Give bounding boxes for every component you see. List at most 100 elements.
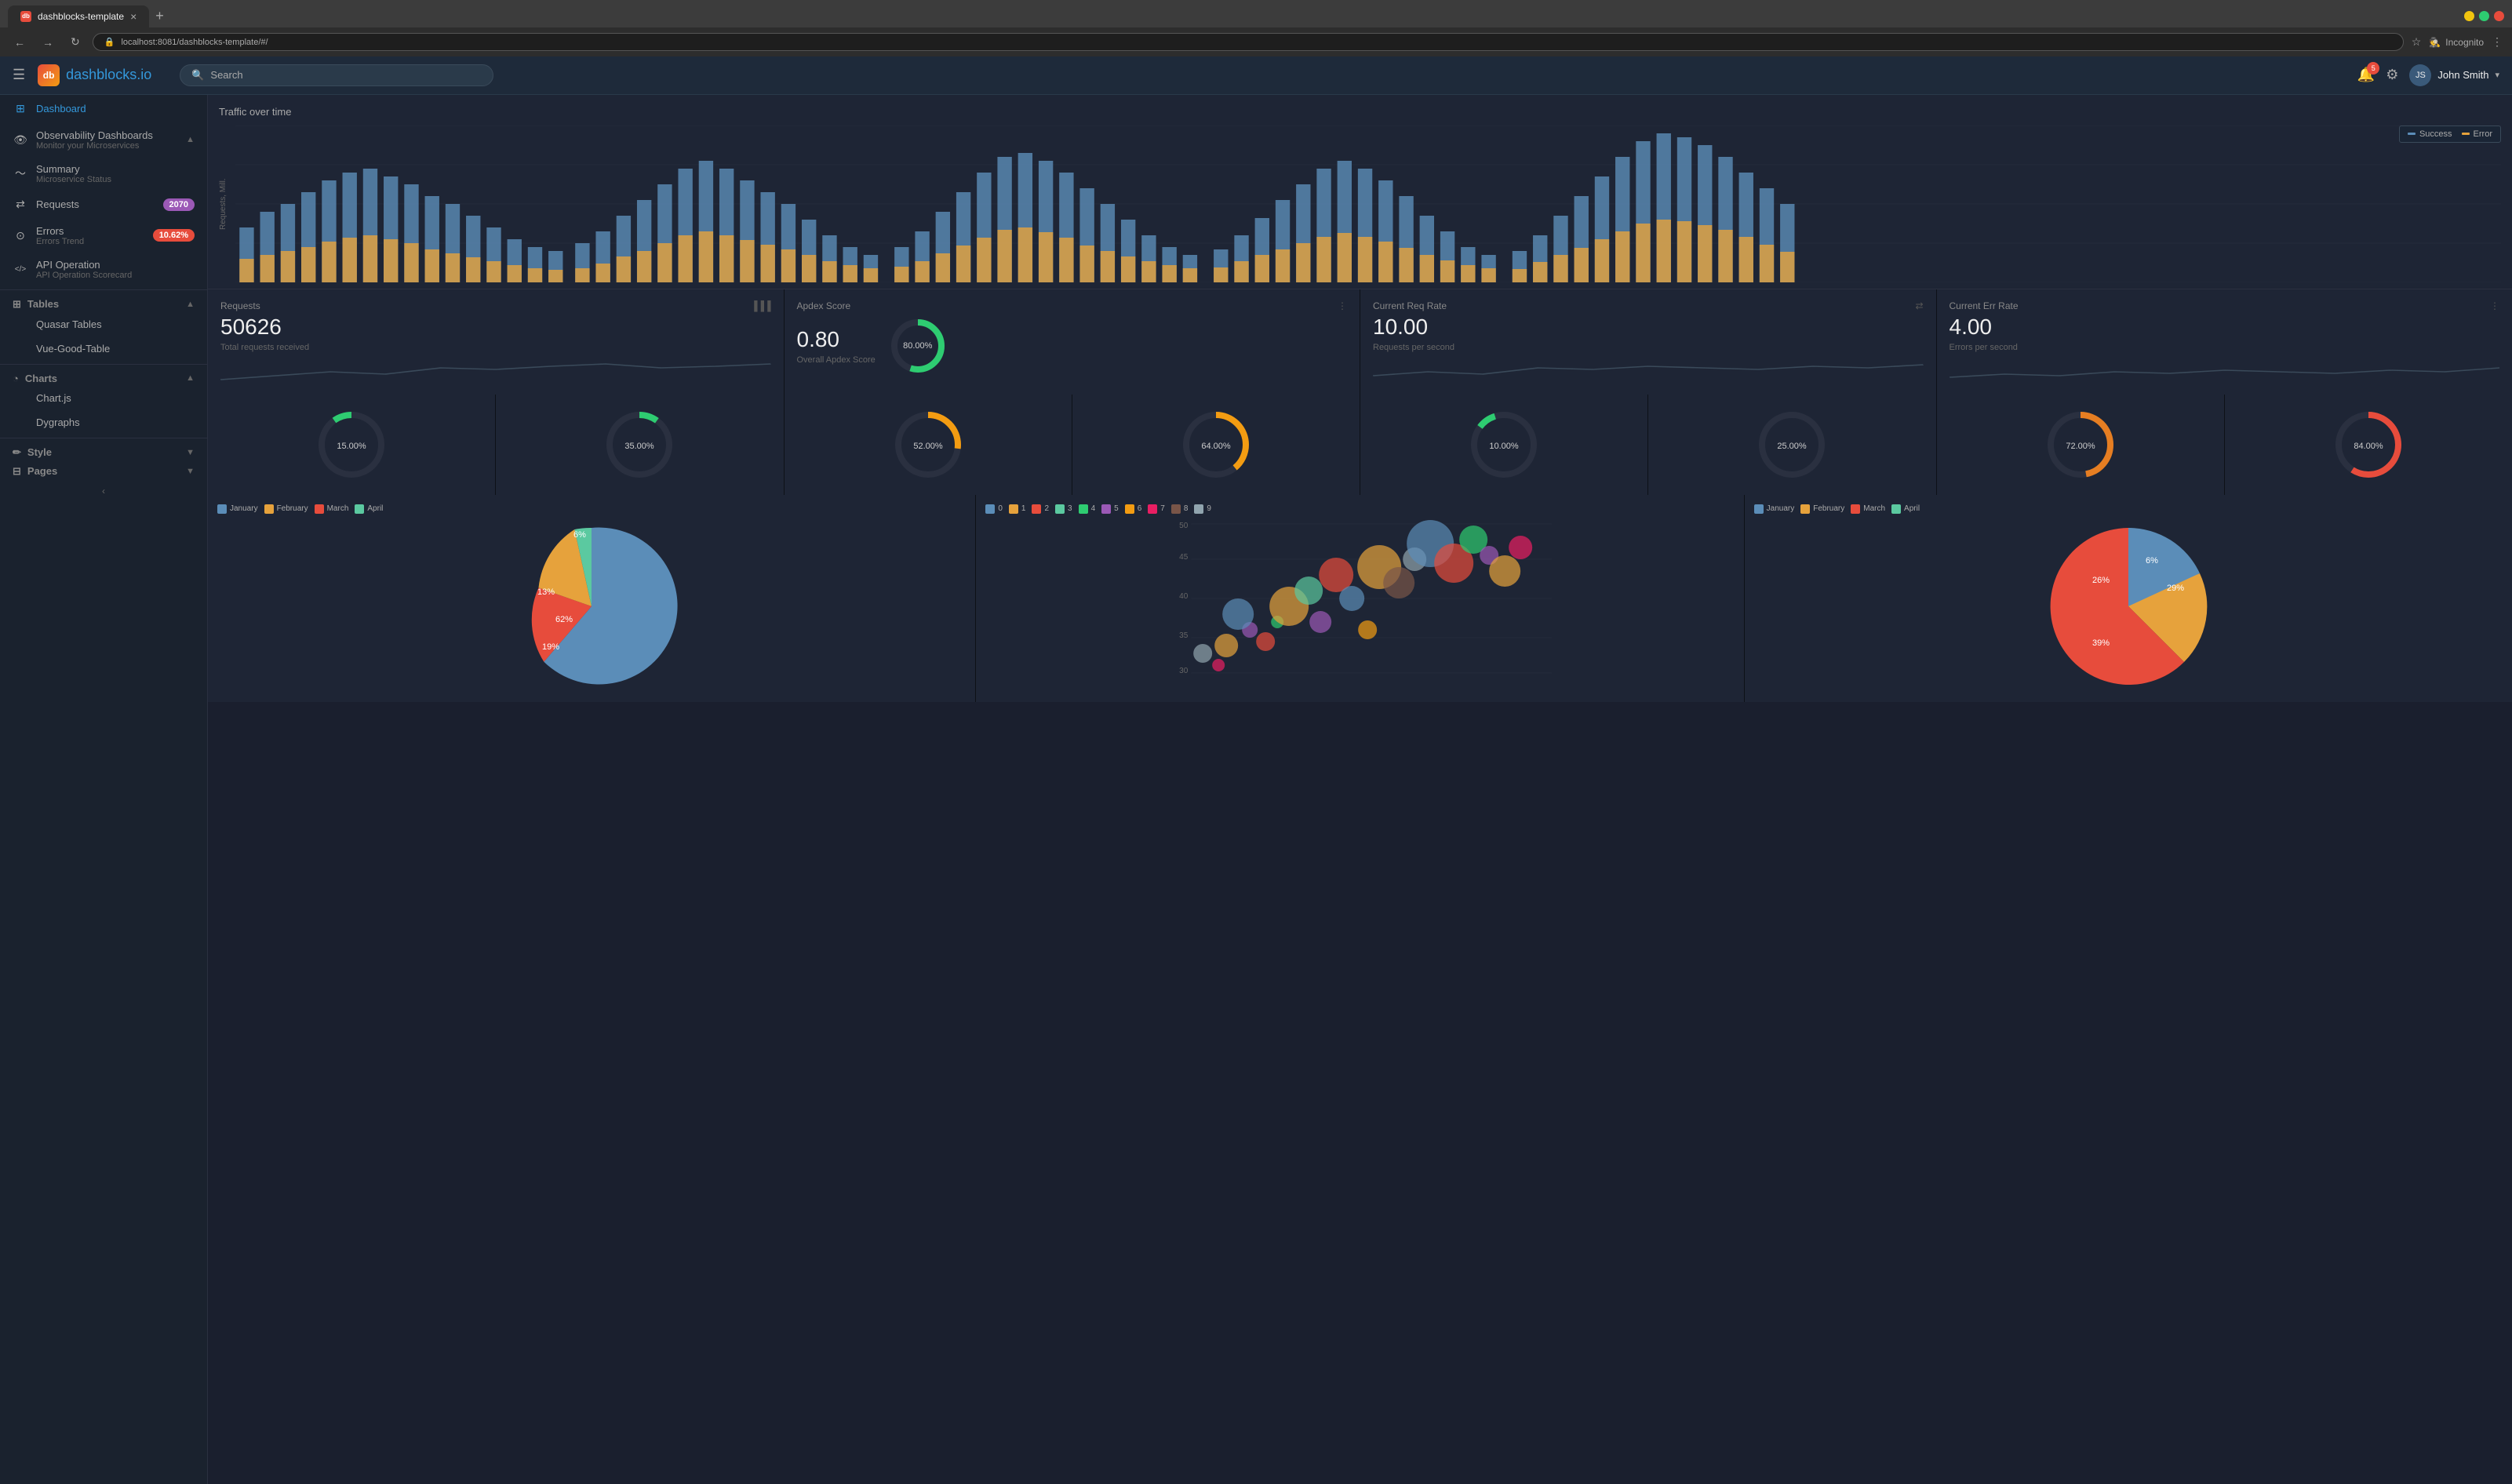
sidebar-item-api[interactable]: </> API Operation API Operation Scorecar… [0,253,207,286]
user-menu-chevron: ▾ [2495,70,2499,80]
sidebar-item-chartjs[interactable]: Chart.js [0,386,207,410]
b0-color [985,504,995,514]
b2-color [1032,504,1041,514]
sidebar-item-summary[interactable]: 〜 Summary Microservice Status [0,157,207,191]
notification-badge: 5 [2367,62,2379,75]
requests-icon: ⇄ [13,197,28,213]
svg-text:15.00%: 15.00% [337,442,366,451]
gauge-svg-1: 35.00% [600,406,679,484]
style-section-header[interactable]: ✏ Style ▼ [0,442,207,460]
incognito-indicator: 🕵 Incognito [2429,37,2484,48]
sidebar-item-dashboard[interactable]: ⊞ Dashboard [0,95,207,123]
pages-section-header[interactable]: ⊟ Pages ▼ [0,460,207,479]
dygraphs-label: Dygraphs [36,416,80,428]
gauge-card-5: 25.00% [1648,395,1935,495]
gauge-card-7: 84.00% [2225,395,2512,495]
header-actions: 🔔 5 ⚙ JS John Smith ▾ [2357,64,2499,86]
logo-icon: db [38,64,60,86]
sidebar-item-text: Observability Dashboards Monitor your Mi… [36,129,178,151]
back-button[interactable]: ← [9,33,30,52]
legend-success-label: Success [2419,129,2452,139]
apdex-icon: ⋮ [1338,300,1347,311]
charts-label: ◔ Charts [13,373,57,384]
sidebar-item-errors[interactable]: ⊙ Errors Errors Trend 10.62% [0,219,207,253]
settings-button[interactable]: ⚙ [2386,67,2398,83]
reqrate-icon: ⇄ [1915,300,1923,311]
tables-section-header[interactable]: ⊞ Tables ▲ [0,293,207,312]
style-icon: ✏ [13,446,21,459]
new-tab-button[interactable]: + [149,5,170,27]
bubble-chart-card: 0 1 2 3 [976,495,1743,702]
charts-section-header[interactable]: ◔ Charts ▲ [0,368,207,386]
pie2-mar-label: March [1863,504,1885,513]
b3-label: 3 [1068,504,1072,513]
stat-requests-desc: Total requests received [220,343,771,352]
browser-tab[interactable]: db dashblocks-template × [8,5,149,27]
bookmark-button[interactable]: ☆ [2412,35,2422,49]
b5-label: 5 [1114,504,1119,513]
sidebar-collapse-button[interactable]: ‹ [0,479,207,503]
svg-text:13%: 13% [537,587,555,597]
traffic-chart-svg: 40 30 20 10 0 // We'll just draw static … [235,125,2501,282]
bubble-legend-4: 4 [1079,504,1096,514]
bubble-legend: 0 1 2 3 [985,504,1734,514]
y-axis-label: Requests, Mill. [219,125,228,282]
pages-icon: ⊟ [13,465,21,478]
pie1-mar-color [315,504,324,514]
quasar-label: Quasar Tables [36,318,102,330]
pie1-legend-jan: January [217,504,258,514]
svg-text:39%: 39% [2092,638,2110,648]
window-controls [2464,11,2504,21]
svg-text:25.00%: 25.00% [1778,442,1808,451]
b3-color [1055,504,1065,514]
maximize-button[interactable] [2479,11,2489,21]
lock-icon: 🔒 [104,37,115,47]
b6-label: 6 [1138,504,1142,513]
sidebar-item-label: Dashboard [36,103,86,115]
stat-errrate-desc: Errors per second [1950,343,2500,352]
tables-chevron-icon: ▲ [186,300,195,309]
pie-chart-2-card: January February March [1745,495,2512,702]
pages-section-title: Pages [27,465,57,477]
svg-text:64.00%: 64.00% [1201,442,1231,451]
user-avatar: JS [2409,64,2431,86]
svg-text:30: 30 [1179,667,1189,675]
sidebar-item-observability[interactable]: 👁 Observability Dashboards Monitor your … [0,123,207,157]
refresh-button[interactable]: ↻ [66,32,85,52]
tab-close-button[interactable]: × [130,10,137,23]
header-search[interactable]: 🔍 Search [180,64,493,86]
pie1-feb-label: February [277,504,308,513]
sidebar-item-dygraphs[interactable]: Dygraphs [0,410,207,435]
svg-text:40: 40 [1179,592,1189,601]
pie2-mar-color [1851,504,1860,514]
observability-sub: Monitor your Microservices [36,141,178,151]
browser-menu-button[interactable]: ⋮ [2492,35,2503,49]
b2-label: 2 [1044,504,1049,513]
gauge-card-2: 52.00% [785,395,1072,495]
close-window-button[interactable] [2494,11,2504,21]
sidebar-item-vue-good[interactable]: Vue-Good-Table [0,336,207,361]
sidebar-item-requests[interactable]: ⇄ Requests 2070 [0,191,207,219]
user-menu[interactable]: JS John Smith ▾ [2409,64,2499,86]
svg-text:6%: 6% [573,530,586,540]
sidebar-item-quasar[interactable]: Quasar Tables [0,312,207,336]
notification-button[interactable]: 🔔 5 [2357,67,2375,83]
forward-button[interactable]: → [38,33,58,52]
bubble-legend-5: 5 [1101,504,1119,514]
stat-card-apdex: Apdex Score ⋮ 0.80 Overall Apdex Score [785,289,1360,395]
pie1-legend-feb: February [264,504,308,514]
gauge-svg-3: 64.00% [1177,406,1255,484]
hamburger-button[interactable]: ☰ [13,67,25,83]
minimize-button[interactable] [2464,11,2474,21]
search-box[interactable]: 🔍 Search [180,64,493,86]
charts-row: January February March [208,495,2512,702]
svg-text:52.00%: 52.00% [913,442,943,451]
address-bar[interactable]: 🔒 localhost:8081/dashblocks-template/#/ [93,33,2404,51]
b4-label: 4 [1091,504,1096,513]
pie1-apr-label: April [367,504,383,513]
svg-text:10.00%: 10.00% [1489,442,1519,451]
svg-text:84.00%: 84.00% [2354,442,2383,451]
stat-requests-label: Requests ▐▐▐ [220,300,771,311]
b4-color [1079,504,1088,514]
tab-bar: db dashblocks-template × + [0,0,2512,27]
